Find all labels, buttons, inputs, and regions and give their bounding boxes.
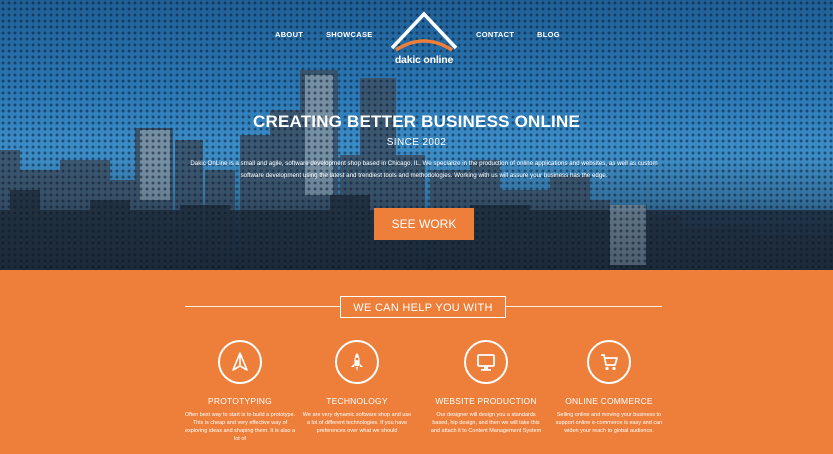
divider-left: [185, 306, 340, 307]
see-work-button[interactable]: SEE WORK: [374, 208, 474, 240]
nav-showcase[interactable]: SHOWCASE: [326, 30, 373, 39]
shopping-cart-icon: [587, 340, 631, 384]
divider-right: [506, 306, 662, 307]
nav-about[interactable]: ABOUT: [275, 30, 303, 39]
hero-subtitle: SINCE 2002: [386, 137, 447, 148]
nav-blog[interactable]: BLOG: [537, 30, 560, 39]
paper-plane-icon: [218, 340, 262, 384]
hero-description: Dakic OnLine is a small and agile, softw…: [190, 160, 658, 179]
monitor-icon: [464, 340, 508, 384]
service-website-production: WEBSITE PRODUCTION Our designer will des…: [426, 340, 546, 436]
service-title: PROTOTYPING: [208, 396, 272, 406]
logo-text: dakic online: [394, 54, 454, 66]
service-description: Selling online and moving your business …: [555, 412, 663, 434]
rocket-icon: [335, 340, 379, 384]
service-technology: TECHNOLOGY We are very dynamic software …: [297, 340, 417, 436]
help-heading: WE CAN HELP YOU WITH: [340, 296, 506, 318]
service-title: WEBSITE PRODUCTION: [435, 396, 537, 406]
service-title: TECHNOLOGY: [326, 396, 388, 406]
service-prototyping: PROTOTYPING Often best way to start is t…: [180, 340, 300, 444]
service-description: We are very dynamic software shop and us…: [302, 412, 412, 434]
hero-title: CREATING BETTER BUSINESS ONLINE: [252, 112, 581, 131]
service-description: Often best way to start is to build a pr…: [184, 412, 296, 442]
service-title: ONLINE COMMERCE: [565, 396, 653, 406]
nav-contact[interactable]: CONTACT: [476, 30, 514, 39]
service-online-commerce: ONLINE COMMERCE Selling online and movin…: [549, 340, 669, 436]
service-description: Our designer will design you a standards…: [430, 412, 542, 434]
